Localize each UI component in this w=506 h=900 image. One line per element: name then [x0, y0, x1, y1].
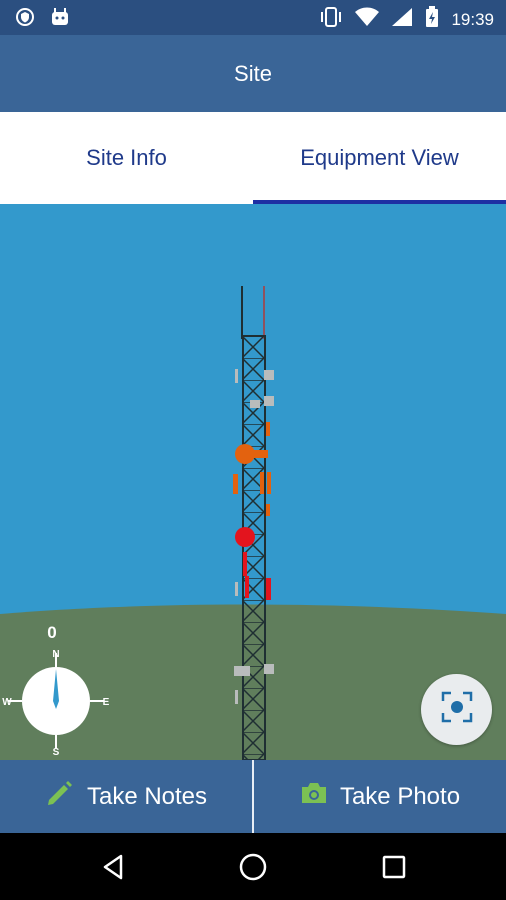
- status-bar: 19:39: [0, 0, 506, 35]
- compass-east-label: E: [103, 697, 110, 708]
- android-icon: [50, 7, 70, 32]
- wifi-icon: [355, 7, 380, 32]
- tab-bar: Site Info Equipment View: [0, 112, 506, 204]
- status-time: 19:39: [451, 9, 494, 29]
- tab-site-info[interactable]: Site Info: [0, 112, 253, 204]
- tab-equipment-view-label: Equipment View: [300, 145, 459, 170]
- tab-equipment-view[interactable]: Equipment View: [253, 112, 506, 204]
- compass-north-label: N: [52, 649, 59, 660]
- take-photo-label: Take Photo: [339, 782, 461, 810]
- status-right-icons: 19:39: [319, 6, 494, 33]
- focus-target-icon: [440, 690, 474, 729]
- battery-icon: [425, 6, 439, 33]
- recents-icon[interactable]: [377, 850, 411, 884]
- take-photo-button[interactable]: Take Photo: [254, 760, 506, 833]
- compass-south-label: S: [53, 747, 60, 757]
- vibrate-icon: [319, 6, 343, 33]
- home-icon[interactable]: [236, 850, 270, 884]
- pencil-icon: [45, 778, 75, 815]
- heading-value: 0: [47, 623, 57, 642]
- compass-west-label: W: [2, 697, 12, 708]
- system-nav-bar: [0, 833, 506, 900]
- bottom-action-bar: Take Notes Take Photo: [0, 760, 506, 833]
- tower: [241, 286, 266, 760]
- take-notes-label: Take Notes: [86, 782, 208, 810]
- shield-icon: [16, 7, 34, 32]
- tab-site-info-label: Site Info: [86, 145, 167, 170]
- take-notes-button[interactable]: Take Notes: [0, 760, 252, 833]
- camera-icon: [300, 781, 328, 812]
- compass[interactable]: N S W E: [0, 645, 112, 758]
- page-title: Site: [234, 60, 272, 86]
- app-bar: Site: [0, 35, 506, 112]
- signal-icon: [391, 7, 413, 32]
- status-left-icons: [16, 7, 70, 32]
- back-icon[interactable]: [96, 850, 130, 884]
- recenter-view-button[interactable]: [421, 674, 492, 745]
